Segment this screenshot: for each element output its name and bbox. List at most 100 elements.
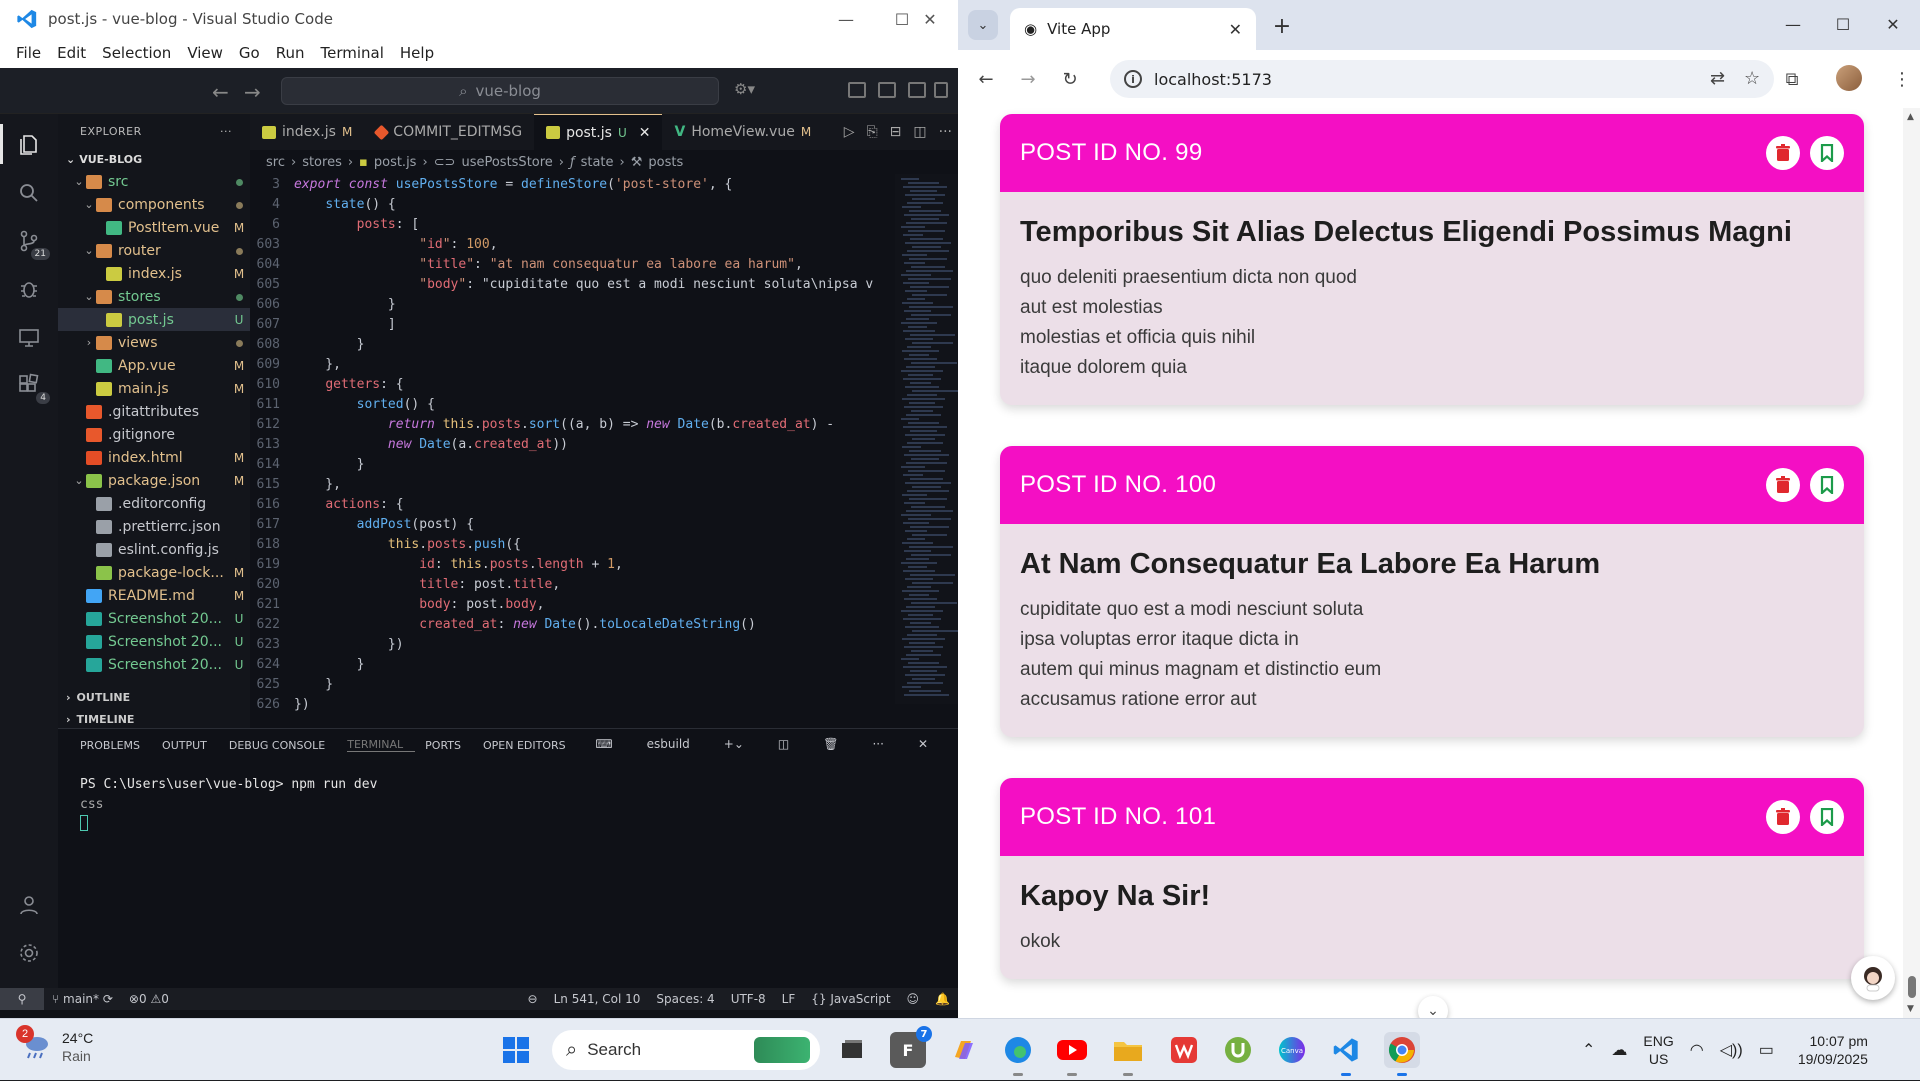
assistant-avatar[interactable] [1851,956,1895,1000]
copilot-icon[interactable]: ⚙▾ [734,80,755,98]
tree-item[interactable]: README.md M [58,584,250,607]
close-panel-icon[interactable]: ✕ [918,737,940,751]
command-center-search[interactable]: ⌕ vue-blog [281,77,719,105]
back-arrow-icon[interactable]: ← [212,80,229,104]
menu-edit[interactable]: Edit [49,44,94,62]
toggle-panel-icon[interactable] [908,82,926,98]
code-line[interactable]: 616 actions: { [250,494,895,514]
tree-item[interactable]: package-lock... M [58,561,250,584]
more-icon[interactable]: ··· [872,737,895,751]
tree-item[interactable]: ⌄ src [58,170,250,193]
code-line[interactable]: 608 } [250,334,895,354]
tree-item[interactable]: .editorconfig [58,492,250,515]
scroll-down-button[interactable]: ⌄ [1418,996,1448,1018]
workspace-root[interactable]: ⌄ VUE-BLOG [58,148,250,170]
code-line[interactable]: 606 } [250,294,895,314]
delete-post-button[interactable] [1766,468,1800,502]
code-line[interactable]: 618 this.posts.push({ [250,534,895,554]
bookmark-star-icon[interactable]: ☆ [1744,68,1760,89]
zoom-icon[interactable]: ⊖ [520,992,546,1006]
accounts-icon[interactable] [14,890,44,920]
volume-icon[interactable]: ◁)) [1720,1040,1743,1060]
reload-button[interactable]: ↻ [1056,65,1084,93]
code-line[interactable]: 620 title: post.title, [250,574,895,594]
notifications-bell-icon[interactable]: 🔔 [927,992,958,1006]
page-scrollbar[interactable]: ▲ ▼ [1903,108,1920,1018]
onedrive-icon[interactable]: ☁ [1611,1040,1627,1060]
new-terminal-icon[interactable]: +⌄ [724,737,756,751]
tree-item[interactable]: main.js M [58,377,250,400]
scrollbar-thumb[interactable] [1908,976,1916,998]
tab-search-button[interactable]: ⌄ [968,10,998,40]
explorer-icon[interactable] [14,130,44,160]
clock[interactable]: 10:07 pm 19/09/2025 [1798,1032,1868,1068]
toggle-sidebar-icon[interactable] [878,82,896,98]
code-line[interactable]: 610 getters: { [250,374,895,394]
browser-tab-vite-app[interactable]: ◉ Vite App ✕ [1010,8,1256,50]
tree-item[interactable]: eslint.config.js [58,538,250,561]
mail-app-icon[interactable]: F 7 [890,1026,932,1068]
forward-button[interactable]: → [1014,65,1042,93]
split-editor-icon[interactable]: ◫ [913,124,926,140]
bookmark-post-button[interactable] [1810,800,1844,834]
tree-item[interactable]: .gitignore [58,423,250,446]
extensions-puzzle-icon[interactable]: ⧉ [1778,65,1806,93]
tree-item[interactable]: ⌄ stores [58,285,250,308]
code-line[interactable]: 604 "title": "at nam consequatur ea labo… [250,254,895,274]
menu-go[interactable]: Go [231,44,268,62]
minimize-button[interactable]: — [818,0,874,38]
translate-icon[interactable]: ⇄ [1710,68,1725,89]
customize-layout-icon[interactable] [848,82,866,98]
code-line[interactable]: 611 sorted() { [250,394,895,414]
canva-icon[interactable]: Canva [1274,1032,1310,1068]
tree-item[interactable]: Screenshot 20... U [58,653,250,676]
chrome-menu-icon[interactable]: ⋮ [1888,65,1916,93]
breadcrumb-item[interactable]: state [581,155,614,170]
minimap[interactable] [895,174,959,704]
tab-ports[interactable]: PORTS [425,739,473,752]
tree-item[interactable]: ⌄ router [58,239,250,262]
close-window-button[interactable]: ✕ [902,0,958,38]
menu-file[interactable]: File [8,44,49,62]
branch-status[interactable]: ⑂ main* ⟳ [44,992,121,1006]
run-icon[interactable]: ▷ [844,124,855,140]
task-view-icon[interactable] [834,1032,870,1068]
copilot-status-icon[interactable]: ☺ [899,992,928,1006]
tree-item[interactable]: .gitattributes [58,400,250,423]
back-button[interactable]: ← [972,65,1000,93]
trash-icon[interactable]: 🗑 [823,737,850,751]
indentation[interactable]: Spaces: 4 [648,992,722,1006]
battery-icon[interactable]: ▭ [1759,1040,1774,1060]
more-icon[interactable]: ··· [939,124,952,140]
tree-item[interactable]: index.js M [58,262,250,285]
breadcrumb-item[interactable]: posts [648,155,683,170]
tab-open-editors[interactable]: OPEN EDITORS [483,739,578,752]
browser-close-button[interactable]: ✕ [1870,8,1916,40]
wifi-icon[interactable]: ◠ [1690,1040,1704,1060]
code-line[interactable]: 4 state() { [250,194,895,214]
tab-index-js[interactable]: index.js M [250,114,364,150]
browser-maximize-button[interactable]: ☐ [1820,8,1866,40]
code-line[interactable]: 607 ] [250,314,895,334]
code-line[interactable]: 624 } [250,654,895,674]
more-actions-icon[interactable]: ··· [220,125,232,138]
tree-item[interactable]: ⌄ package.json M [58,469,250,492]
open-changes-icon[interactable]: ⎘ [866,124,877,140]
weather-widget[interactable]: 2 24°C Rain [16,1025,93,1065]
address-bar[interactable]: i localhost:5173 ⇄ ☆ [1110,60,1774,98]
tree-item[interactable]: ⌄ components [58,193,250,216]
split-terminal-icon[interactable]: ◫ [778,737,801,751]
site-info-icon[interactable]: i [1124,70,1142,88]
code-line[interactable]: 614 } [250,454,895,474]
delete-post-button[interactable] [1766,800,1800,834]
tree-item[interactable]: › views [58,331,250,354]
forward-arrow-icon[interactable]: → [244,80,261,104]
tab-post-js[interactable]: post.js U ✕ [534,114,663,150]
tab-problems[interactable]: PROBLEMS [80,739,152,752]
cursor-position[interactable]: Ln 541, Col 10 [546,992,649,1006]
diff-icon[interactable]: ⊟ [890,124,902,140]
code-line[interactable]: 603 "id": 100, [250,234,895,254]
code-line[interactable]: 3 export const usePostsStore = defineStor… [250,174,895,194]
vscode-taskbar-icon[interactable] [1328,1032,1364,1076]
code-line[interactable]: 619 id: this.posts.length + 1, [250,554,895,574]
